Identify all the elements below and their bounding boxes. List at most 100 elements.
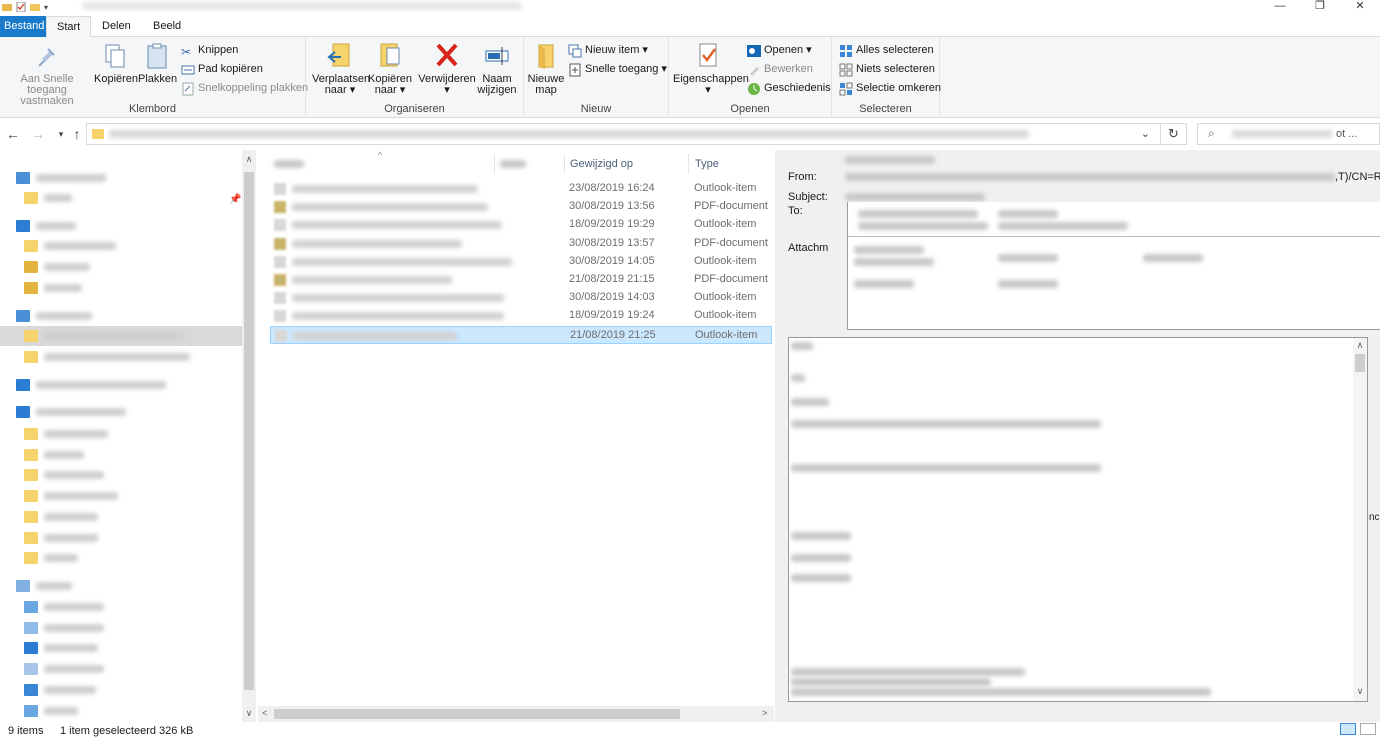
column-header-name[interactable] <box>272 150 492 178</box>
tab-view[interactable]: Beeld <box>143 16 191 37</box>
tab-file[interactable]: Bestand <box>0 16 46 37</box>
file-row[interactable]: 23/08/2019 16:24 Outlook-item <box>270 180 772 198</box>
scroll-up-icon[interactable]: ∧ <box>1353 340 1367 351</box>
file-row[interactable]: 30/08/2019 13:56 PDF-document <box>270 198 772 216</box>
copy-to-button[interactable]: Kopiëren naar ▾ <box>368 41 412 96</box>
new-item-button[interactable]: Nieuw item ▾ <box>568 42 648 59</box>
address-dropdown-icon[interactable]: ⌄ <box>1141 127 1150 140</box>
delete-button[interactable]: Verwijderen ▾ <box>418 41 476 96</box>
nav-item-folder[interactable] <box>24 347 190 367</box>
copy-path-button[interactable]: Pad kopiëren <box>181 61 263 78</box>
file-row[interactable]: 18/09/2019 19:29 Outlook-item <box>270 216 772 234</box>
large-icons-view-icon[interactable] <box>1360 723 1376 735</box>
nav-item-selected-folder[interactable] <box>0 326 242 346</box>
file-row[interactable]: 21/08/2019 21:15 PDF-document <box>270 271 772 289</box>
body-line-redacted <box>791 464 1101 472</box>
nav-item-folder[interactable] <box>24 257 90 277</box>
scroll-left-icon[interactable]: < <box>262 708 267 718</box>
scrollbar-thumb[interactable] <box>274 709 680 719</box>
cut-button[interactable]: ✂ Knippen <box>181 42 238 59</box>
nav-item-folder[interactable] <box>24 465 104 485</box>
nav-item-folder[interactable] <box>24 236 116 256</box>
tab-home[interactable]: Start <box>46 16 92 38</box>
nav-item-folder[interactable] <box>24 278 82 298</box>
navigation-scrollbar[interactable]: ∧ ∨ <box>242 150 256 722</box>
nav-item-music[interactable] <box>24 701 78 721</box>
details-view-icon[interactable] <box>1340 723 1356 735</box>
properties-icon[interactable] <box>16 2 26 12</box>
nav-item-downloads[interactable] <box>24 680 96 700</box>
file-row[interactable]: 30/08/2019 14:03 Outlook-item <box>270 289 772 307</box>
preview-body-scrollbar[interactable]: ∧ ∨ <box>1353 338 1367 701</box>
refresh-icon[interactable]: ↻ <box>1161 123 1187 145</box>
title-bar: ▾ — ❐ ✕ <box>0 0 1380 14</box>
nav-item-folder[interactable] <box>24 445 84 465</box>
nav-label-redacted <box>44 332 184 340</box>
nav-item-quick-access[interactable] <box>16 168 106 188</box>
file-row[interactable]: 30/08/2019 13:57 PDF-document <box>270 235 772 253</box>
select-none-button[interactable]: Niets selecteren <box>839 61 935 78</box>
nav-item-onedrive[interactable] <box>16 375 166 395</box>
nav-item-group[interactable] <box>16 306 92 326</box>
scroll-down-icon[interactable]: ∨ <box>1353 686 1367 697</box>
column-separator[interactable] <box>688 154 689 174</box>
close-button[interactable]: ✕ <box>1345 0 1375 14</box>
scroll-down-icon[interactable]: ∨ <box>242 708 256 719</box>
new-folder-icon[interactable] <box>30 2 40 12</box>
up-arrow-icon[interactable]: ↑ <box>68 126 86 142</box>
search-input[interactable]: ⌕ ot ... <box>1197 123 1380 145</box>
new-folder-button[interactable]: Nieuwe map <box>526 41 566 96</box>
body-line-redacted <box>791 532 851 540</box>
maximize-button[interactable]: ❐ <box>1305 0 1335 14</box>
scroll-up-icon[interactable]: ∧ <box>242 154 256 165</box>
nav-item-folder[interactable] <box>24 424 108 444</box>
column-separator[interactable] <box>564 154 565 174</box>
easy-access-button[interactable]: Snelle toegang ▾ <box>568 61 667 78</box>
nav-item-desktop[interactable] <box>24 638 98 658</box>
column-separator[interactable] <box>494 154 495 174</box>
properties-button[interactable]: Eigenschappen ▾ <box>673 41 749 96</box>
open-button[interactable]: Openen ▾ <box>747 42 812 59</box>
rename-button[interactable]: Naam wijzigen <box>474 41 520 96</box>
nav-item-folder[interactable] <box>24 486 118 506</box>
minimize-button[interactable]: — <box>1265 0 1295 14</box>
file-row[interactable]: 21/08/2019 21:25 Outlook-item <box>270 325 772 344</box>
file-list-hscrollbar[interactable]: < > <box>258 706 774 722</box>
nav-item-folder[interactable] <box>24 528 98 548</box>
nav-item-3d-objects[interactable] <box>24 597 104 617</box>
paste-shortcut-button[interactable]: Snelkoppeling plakken <box>181 80 308 97</box>
paste-button[interactable]: Plakken <box>138 41 177 85</box>
preview-message-body[interactable]: ∧ ∨ <box>788 337 1368 702</box>
back-arrow-icon[interactable]: ← <box>4 126 22 142</box>
select-all-button[interactable]: Alles selecteren <box>839 42 934 59</box>
invert-selection-button[interactable]: Selectie omkeren <box>839 80 941 97</box>
scroll-right-icon[interactable]: > <box>762 708 767 718</box>
nav-item-pinned[interactable] <box>24 188 72 208</box>
scrollbar-thumb[interactable] <box>244 172 254 690</box>
nav-item-folder[interactable] <box>24 548 78 568</box>
nav-item-pictures[interactable] <box>24 618 104 638</box>
address-input[interactable]: ⌄ <box>86 123 1161 145</box>
file-row[interactable]: 18/09/2019 19:24 Outlook-item <box>270 307 772 325</box>
nav-item-onedrive-personal[interactable] <box>16 402 126 422</box>
copy-button[interactable]: Kopiëren <box>94 41 138 85</box>
column-header-type[interactable]: Type <box>695 150 719 178</box>
folder-icon <box>24 240 38 252</box>
tab-share[interactable]: Delen <box>92 16 141 37</box>
qat-dropdown-icon[interactable]: ▾ <box>44 3 48 12</box>
nav-item-this-pc[interactable] <box>16 576 72 596</box>
computer-icon <box>16 580 30 592</box>
forward-arrow-icon[interactable]: → <box>29 126 47 142</box>
history-button[interactable]: Geschiedenis <box>747 80 831 97</box>
file-row[interactable]: 30/08/2019 14:05 Outlook-item <box>270 253 772 271</box>
column-header-hidden[interactable] <box>500 150 560 178</box>
scrollbar-thumb[interactable] <box>1355 354 1365 372</box>
column-header-modified[interactable]: Gewijzigd op <box>570 150 633 178</box>
nav-item-cloud[interactable] <box>16 216 76 236</box>
move-to-button[interactable]: Verplaatsen naar ▾ <box>312 41 370 96</box>
nav-item-documents[interactable] <box>24 659 104 679</box>
pin-quick-access-button[interactable]: Aan Snelle toegang vastmaken <box>2 41 92 107</box>
edit-button[interactable]: Bewerken <box>747 61 813 78</box>
nav-item-folder[interactable] <box>24 507 98 527</box>
easy-access-label: Snelle toegang <box>585 63 659 75</box>
